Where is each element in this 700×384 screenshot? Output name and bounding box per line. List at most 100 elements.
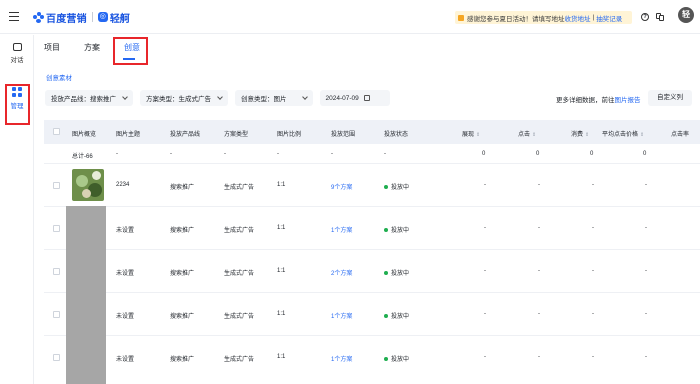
row-checkbox[interactable] xyxy=(53,268,60,275)
redacted-thumbnails xyxy=(66,206,106,384)
notice-text: 感谢您参与夏日活动！请填写地址 xyxy=(467,15,565,23)
image-report-link[interactable]: 图片报告 xyxy=(615,97,641,104)
status-text: 投放中 xyxy=(391,271,410,277)
creative-table: 图片概览 图片主题 投放产品线 方案类型 图片比例 投放范围 投放状态 展现 ⇕ … xyxy=(44,120,700,379)
cost: - xyxy=(592,182,594,188)
col-header-label: 点击 xyxy=(518,132,531,138)
tab-projects[interactable]: 项目 xyxy=(44,42,60,53)
address-link[interactable]: 收货地址 xyxy=(565,13,591,23)
col-header-sortable[interactable]: 展现 ⇕ xyxy=(462,129,480,138)
col-header-label: 平均点击价格 xyxy=(602,132,639,138)
status-dot-icon xyxy=(384,227,388,232)
col-header: 图片主题 xyxy=(116,132,141,138)
total-cell: 0 xyxy=(590,151,594,157)
image-thumbnail[interactable] xyxy=(72,169,104,201)
rail-item-chat[interactable]: 对话 xyxy=(0,43,34,64)
scope-link[interactable]: 1个方案 xyxy=(331,311,352,320)
total-cell: - xyxy=(170,151,172,157)
qingge-icon: ◎ xyxy=(97,12,108,22)
scope-link[interactable]: 2个方案 xyxy=(331,268,352,277)
notice-separator: | xyxy=(592,14,595,21)
table-row[interactable]: 未设置 搜索推广 生成式广告 1:1 1个方案 投放中 - - - - xyxy=(44,293,700,336)
product-line: 搜索推广 xyxy=(170,357,195,363)
section-label[interactable]: 创意素材 xyxy=(46,72,72,82)
status-text: 投放中 xyxy=(391,357,410,363)
copy-icon[interactable] xyxy=(656,13,664,21)
lottery-link[interactable]: 抽奖记录 xyxy=(596,13,622,23)
row-checkbox[interactable] xyxy=(53,354,60,361)
total-cell: 0 xyxy=(643,151,647,157)
product-line-filter[interactable]: 投放产品线：搜索推广 xyxy=(45,90,133,106)
product-name: 轻舸 xyxy=(109,13,130,25)
date-picker[interactable]: 2024-07-09 xyxy=(319,90,390,106)
avg-cpc: - xyxy=(645,354,647,360)
image-ratio: 1:1 xyxy=(277,354,286,360)
row-checkbox[interactable] xyxy=(53,225,60,232)
table-row[interactable]: 未设置 搜索推广 生成式广告 1:1 1个方案 投放中 - - - - xyxy=(44,336,700,379)
help-icon[interactable]: ? xyxy=(641,13,649,21)
notice-banner: 感谢您参与夏日活动！请填写地址 收货地址 | 抽奖记录 xyxy=(455,11,632,24)
col-header: 图片比例 xyxy=(277,132,302,138)
status-text: 投放中 xyxy=(391,228,410,234)
total-row: 总计-66 - - - - - - 0 0 0 0 xyxy=(44,144,700,164)
status-dot-icon xyxy=(384,184,388,189)
more-data-text: 更多详细数据，前往 xyxy=(556,97,615,104)
creative-type-filter-label: 创意类型：图片 xyxy=(241,96,287,103)
filter-bar: 投放产品线：搜索推广 方案类型：生成式广告 创意类型：图片 2024-07-09 xyxy=(45,90,390,106)
total-cell: - xyxy=(384,151,386,157)
image-ratio: 1:1 xyxy=(277,268,286,274)
row-checkbox[interactable] xyxy=(53,311,60,318)
sort-icon: ⇕ xyxy=(585,132,590,138)
sort-icon: ⇕ xyxy=(640,132,645,138)
clicks: - xyxy=(538,354,540,360)
image-theme: 未设置 xyxy=(116,357,135,363)
table-row[interactable]: 未设置 搜索推广 生成式广告 1:1 1个方案 投放中 - - - - xyxy=(44,207,700,250)
scope-link[interactable]: 1个方案 xyxy=(331,354,352,363)
plan-type: 生成式广告 xyxy=(224,357,255,363)
col-header-label: 展现 xyxy=(462,132,475,138)
select-all-checkbox[interactable] xyxy=(53,128,60,135)
status-dot-icon xyxy=(384,313,388,318)
col-header: 投放状态 xyxy=(384,132,409,138)
tab-plans[interactable]: 方案 xyxy=(84,42,100,53)
image-theme: 2234 xyxy=(116,182,130,188)
plan-type: 生成式广告 xyxy=(224,185,255,191)
row-checkbox[interactable] xyxy=(53,182,60,189)
avg-cpc: - xyxy=(645,311,647,317)
scope-link[interactable]: 9个方案 xyxy=(331,182,352,191)
creative-type-filter[interactable]: 创意类型：图片 xyxy=(235,90,313,106)
gift-icon xyxy=(458,14,464,21)
scope-link[interactable]: 1个方案 xyxy=(331,225,352,234)
image-ratio: 1:1 xyxy=(277,311,286,317)
status-badge: 投放中 xyxy=(384,225,409,234)
col-header-sortable[interactable]: 点击 ⇕ xyxy=(518,129,536,138)
table-row[interactable]: 2234 搜索推广 生成式广告 1:1 9个方案 投放中 - - - - xyxy=(44,164,700,207)
cost: - xyxy=(592,311,594,317)
rail-chat-label: 对话 xyxy=(10,57,24,64)
top-bar: 百度营销 ◎ 轻舸 感谢您参与夏日活动！请填写地址 收货地址 | 抽奖记录 ? … xyxy=(0,0,700,34)
total-cell: - xyxy=(116,151,118,157)
brand-name: 百度营销 xyxy=(46,13,87,25)
col-header-sortable[interactable]: 平均点击价格 ⇕ xyxy=(602,129,644,138)
chevron-down-icon xyxy=(301,94,308,100)
status-badge: 投放中 xyxy=(384,354,409,363)
plan-type: 生成式广告 xyxy=(224,271,255,277)
sort-icon: ⇕ xyxy=(532,132,537,138)
status-badge: 投放中 xyxy=(384,182,409,191)
brand-logo[interactable]: 百度营销 ◎ 轻舸 xyxy=(33,11,130,25)
chat-icon xyxy=(12,43,22,51)
brand-divider xyxy=(91,12,93,22)
sort-icon: ⇕ xyxy=(476,132,481,138)
table-row[interactable]: 未设置 搜索推广 生成式广告 1:1 2个方案 投放中 - - - - xyxy=(44,250,700,293)
table-header: 图片概览 图片主题 投放产品线 方案类型 图片比例 投放范围 投放状态 展现 ⇕ … xyxy=(44,120,700,144)
date-value: 2024-07-09 xyxy=(325,94,359,102)
col-header-sortable[interactable]: 消费 ⇕ xyxy=(571,129,589,138)
custom-columns-button[interactable]: 自定义列 xyxy=(648,90,692,106)
avatar[interactable]: 轻 xyxy=(678,7,694,23)
impressions: - xyxy=(484,354,486,360)
product-line: 搜索推广 xyxy=(170,271,195,277)
plan-type-filter[interactable]: 方案类型：生成式广告 xyxy=(140,90,228,106)
image-ratio: 1:1 xyxy=(277,225,286,231)
plan-type: 生成式广告 xyxy=(224,314,255,320)
menu-icon[interactable] xyxy=(9,12,19,21)
